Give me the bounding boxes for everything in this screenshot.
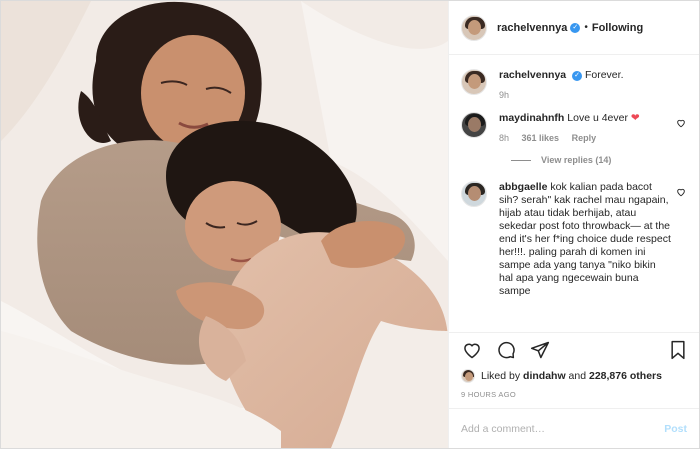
post-photo[interactable]	[1, 1, 448, 448]
comment-like-heart-icon[interactable]	[675, 118, 687, 130]
likes-others-count[interactable]: 228,876 others	[589, 370, 662, 382]
avatar-face	[468, 117, 481, 132]
comment-content: kok kalian pada bacot sih? serah" kak ra…	[499, 181, 671, 297]
caption-content: Forever.	[584, 69, 624, 81]
avatar-face	[468, 19, 481, 35]
post-header: rachelvennya ✓ • Following	[449, 1, 699, 55]
separator-dot: •	[584, 22, 588, 33]
heart-icon[interactable]	[461, 339, 483, 361]
comments-list[interactable]: rachelvennya ✓ Forever. 9h maydinahnfh L…	[449, 55, 699, 332]
comment-meta: 8h 361 likes Reply	[499, 133, 671, 143]
comment-text: maydinahnfh Love u 4ever ❤	[499, 112, 671, 125]
caption-time[interactable]: 9h	[499, 90, 509, 100]
caption-body: rachelvennya ✓ Forever. 9h	[499, 69, 687, 100]
avatar[interactable]	[461, 112, 487, 138]
action-bar	[449, 332, 699, 366]
comment-username[interactable]: abbgaelle	[499, 181, 547, 193]
post-timestamp[interactable]: 9 HOURS AGO	[449, 386, 699, 408]
bookmark-glyph	[671, 340, 685, 359]
caption-username[interactable]: rachelvennya	[499, 69, 566, 81]
avatar-face	[468, 186, 481, 201]
verified-badge-icon: ✓	[572, 71, 583, 81]
caption-text: rachelvennya ✓ Forever.	[499, 69, 671, 82]
comment-icon[interactable]	[495, 339, 517, 361]
avatar[interactable]	[461, 181, 487, 207]
add-comment-bar: Post	[449, 408, 699, 448]
liked-by-user[interactable]: dindahw	[523, 370, 566, 382]
post-sidebar: rachelvennya ✓ • Following rachelvennya …	[448, 1, 699, 448]
bookmark-icon[interactable]	[667, 339, 689, 361]
caption: rachelvennya ✓ Forever. 9h	[461, 69, 687, 100]
avatar[interactable]	[461, 14, 487, 41]
share-icon[interactable]	[529, 339, 551, 361]
comment-likes[interactable]: 361 likes	[522, 133, 560, 143]
share-plane-glyph	[530, 341, 550, 358]
likes-summary: Liked by dindahw and 228,876 others	[449, 366, 699, 386]
reply-button[interactable]: Reply	[572, 133, 597, 143]
comment-like-heart-icon[interactable]	[675, 187, 687, 199]
comment-item: abbgaelle kok kalian pada bacot sih? ser…	[461, 181, 687, 298]
heart-outline-icon	[677, 119, 685, 128]
post-photo-illustration	[1, 1, 448, 448]
comment-content: Love u 4ever	[567, 112, 628, 124]
post-comment-button[interactable]: Post	[664, 423, 687, 435]
comment-input[interactable]	[461, 422, 641, 435]
likes-middle: and	[568, 370, 587, 382]
red-heart-emoji: ❤	[630, 112, 640, 124]
caption-meta: 9h	[499, 90, 671, 100]
likes-prefix: Liked by	[481, 370, 521, 382]
avatar-face	[468, 74, 481, 89]
comment-item: maydinahnfh Love u 4ever ❤ 8h 361 likes …	[461, 112, 687, 143]
view-replies-label: View replies (14)	[541, 155, 612, 165]
comment-username[interactable]: maydinahnfh	[499, 112, 564, 124]
avatar[interactable]	[461, 69, 487, 95]
comment-time[interactable]: 8h	[499, 133, 509, 143]
instagram-post-modal: rachelvennya ✓ • Following rachelvennya …	[0, 0, 700, 449]
verified-badge-icon: ✓	[570, 22, 581, 33]
like-heart-glyph	[464, 343, 480, 358]
liker-avatar[interactable]	[461, 369, 475, 383]
view-replies-button[interactable]: View replies (14)	[511, 155, 687, 165]
post-author-username[interactable]: rachelvennya	[497, 22, 567, 34]
comment-bubble-glyph	[498, 341, 515, 358]
following-button[interactable]: Following	[592, 22, 643, 34]
heart-outline-icon	[677, 188, 685, 197]
comment-body: maydinahnfh Love u 4ever ❤ 8h 361 likes …	[499, 112, 687, 143]
comment-body: abbgaelle kok kalian pada bacot sih? ser…	[499, 181, 687, 298]
comment-text: abbgaelle kok kalian pada bacot sih? ser…	[499, 181, 671, 298]
avatar-face	[465, 372, 473, 381]
view-replies-line	[511, 159, 531, 161]
